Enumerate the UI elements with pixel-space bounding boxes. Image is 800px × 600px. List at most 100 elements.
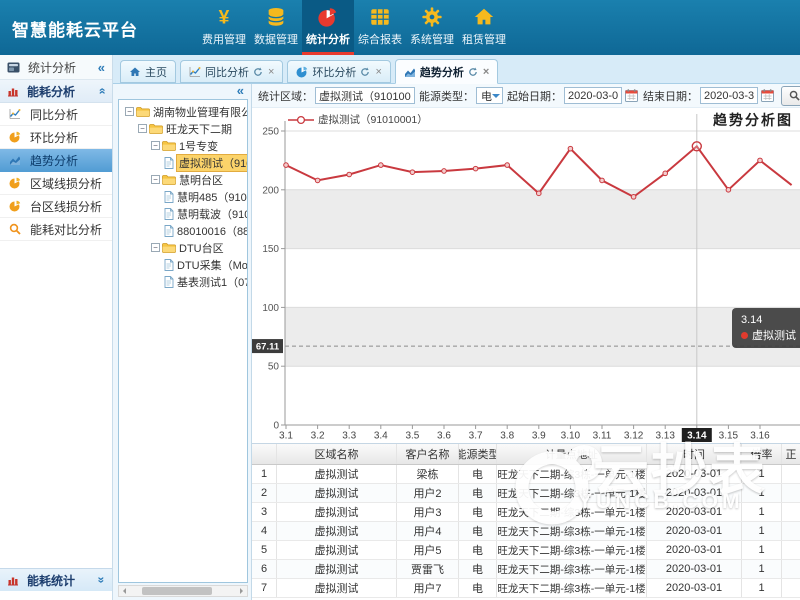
pie-orange-icon — [9, 131, 21, 143]
tree-node[interactable]: 虚拟测试（91010001） — [122, 154, 247, 171]
table-header-cell[interactable]: 客户名称 — [397, 444, 459, 464]
table-header-cell[interactable]: 倍率 — [742, 444, 782, 464]
sidebar-item-huanbi-analysis[interactable]: 环比分析 — [0, 126, 112, 149]
chart-point — [631, 195, 636, 200]
chevron-down-icon[interactable]: » — [95, 577, 109, 584]
chart-point — [473, 166, 478, 171]
tab-trend-analysis[interactable]: 趋势分析 × — [395, 59, 498, 84]
table-header-cell[interactable]: 计量点地址 — [497, 444, 647, 464]
nav-item-lease-management[interactable]: 租赁管理 — [458, 0, 510, 55]
nav-item-comprehensive-report[interactable]: 综合报表 — [354, 0, 406, 55]
pie-orange-icon — [9, 177, 21, 189]
tree-horizontal-scrollbar[interactable] — [118, 585, 248, 597]
tree-node[interactable]: 88010016（8801） — [122, 222, 247, 239]
calendar-icon[interactable] — [625, 89, 638, 102]
tree-node[interactable]: 基表测试1（07） — [122, 273, 247, 290]
tree-node-label: 88010016（8801） — [177, 223, 247, 239]
chart-point — [505, 163, 510, 168]
table-header-cell[interactable]: 时间 — [647, 444, 742, 464]
tree-node-label: 慧明载波（91010004） — [177, 206, 247, 222]
tab-close-icon[interactable]: × — [268, 66, 274, 78]
sidebar-section-energy-analysis[interactable]: 能耗分析 » — [0, 80, 112, 103]
nav-item-statistical-analysis[interactable]: 统计分析 — [302, 0, 354, 55]
sidebar-collapse-icon[interactable]: « — [98, 60, 105, 75]
svg-text:3.11: 3.11 — [593, 431, 612, 442]
tree-collapse-button[interactable]: « — [113, 84, 251, 99]
sidebar-section-energy-statistics[interactable]: 能耗统计 » — [0, 568, 112, 591]
sidebar-item-energy-compare[interactable]: 能耗对比分析 — [0, 218, 112, 241]
table-cell: 用户5 — [397, 541, 459, 559]
tree-expander-icon[interactable]: − — [151, 175, 160, 184]
tab-label: 主页 — [145, 64, 167, 80]
tree-node-label: 慧明485（91010003） — [177, 189, 247, 205]
energy-type-select[interactable]: 电 — [476, 87, 503, 104]
sidebar-item-region-line-loss[interactable]: 区域线损分析 — [0, 172, 112, 195]
search-button[interactable]: 查询 — [781, 86, 800, 106]
tree-node[interactable]: − 慧明台区 — [122, 171, 247, 188]
table-header-cell[interactable] — [252, 444, 277, 464]
folder-icon — [162, 242, 176, 253]
end-date-input[interactable] — [700, 87, 758, 104]
tab-refresh-icon[interactable] — [468, 67, 478, 77]
tree-expander-icon[interactable]: − — [138, 124, 147, 133]
table-header-cell[interactable]: 正 — [782, 444, 800, 464]
region-input[interactable] — [315, 87, 415, 104]
tab-close-icon[interactable]: × — [483, 66, 489, 78]
tree-node[interactable]: 慧明载波（91010004） — [122, 205, 247, 222]
file-icon — [164, 276, 174, 288]
trend-chart-svg[interactable]: 67.110501001502002503.13.23.33.43.53.63.… — [252, 108, 800, 443]
tab-home[interactable]: 主页 — [120, 60, 176, 83]
area-chart-icon — [404, 66, 416, 78]
tree-node[interactable]: DTU采集（Modbus_D — [122, 256, 247, 273]
start-date-input[interactable] — [564, 87, 622, 104]
calendar-icon[interactable] — [761, 89, 774, 102]
pie-chart-red-icon — [317, 5, 339, 29]
sidebar-item-trend-analysis[interactable]: 趋势分析 — [0, 149, 112, 172]
tree-node[interactable]: − 1号专变 — [122, 137, 247, 154]
table-cell: 2 — [252, 484, 277, 502]
table-cell: 7 — [252, 579, 277, 597]
table-header-cell[interactable]: 能源类型 — [459, 444, 497, 464]
scrollbar-thumb[interactable] — [142, 587, 212, 595]
table-row[interactable]: 3虚拟测试用户3电旺龙天下二期-综3栋-一单元-1楼2020-03-011 — [252, 503, 800, 522]
tree-node[interactable]: 慧明485（91010003） — [122, 188, 247, 205]
tab-refresh-icon[interactable] — [360, 67, 370, 77]
nav-item-data-management[interactable]: 数据管理 — [250, 0, 302, 55]
table-row[interactable]: 7虚拟测试用户7电旺龙天下二期-综3栋-一单元-1楼2020-03-011 — [252, 579, 800, 598]
line-chart-icon — [9, 108, 21, 120]
device-tree: − 湖南物业管理有限公司 − 旺龙天下二期 − 1号专变 虚拟测试（910100… — [118, 99, 248, 583]
tree-node[interactable]: − DTU台区 — [122, 239, 247, 256]
table-cell: 6 — [252, 560, 277, 578]
sidebar-item-station-line-loss[interactable]: 台区线损分析 — [0, 195, 112, 218]
tab-close-icon[interactable]: × — [375, 66, 381, 78]
nav-item-fee-management[interactable]: ¥ 费用管理 — [198, 0, 250, 55]
tab-huanbi-analysis[interactable]: 环比分析 × — [287, 60, 390, 83]
table-cell: 虚拟测试 — [277, 465, 397, 483]
tree-expander-icon[interactable]: − — [151, 141, 160, 150]
table-row[interactable]: 6虚拟测试贾雷飞电旺龙天下二期-综3栋-一单元-1楼2020-03-011 — [252, 560, 800, 579]
nav-item-label: 费用管理 — [202, 31, 246, 47]
table-cell: 2020-03-01 — [647, 522, 742, 540]
pie-orange-icon — [9, 200, 21, 212]
tab-tongbi-analysis[interactable]: 同比分析 × — [180, 60, 283, 83]
table-row[interactable]: 1虚拟测试梁栋电旺龙天下二期-综3栋-一单元-1楼2020-03-011 — [252, 465, 800, 484]
tooltip-x-value: 3.14 — [741, 312, 800, 328]
chevron-up-icon[interactable]: » — [95, 88, 109, 95]
tab-label: 趋势分析 — [420, 64, 464, 80]
table-row[interactable]: 4虚拟测试用户4电旺龙天下二期-综3栋-一单元-1楼2020-03-011 — [252, 522, 800, 541]
tree-node[interactable]: − 旺龙天下二期 — [122, 120, 247, 137]
dropdown-arrow-icon — [492, 94, 500, 102]
scroll-right-arrow-icon[interactable] — [240, 588, 246, 594]
table-row[interactable]: 2虚拟测试用户2电旺龙天下二期-综3栋-一单元-1楼2020-03-011 — [252, 484, 800, 503]
table-cell: 旺龙天下二期-综3栋-一单元-1楼 — [497, 579, 647, 597]
tab-refresh-icon[interactable] — [253, 67, 263, 77]
sidebar-item-label: 能耗对比分析 — [30, 221, 102, 238]
table-row[interactable]: 5虚拟测试用户5电旺龙天下二期-综3栋-一单元-1楼2020-03-011 — [252, 541, 800, 560]
scroll-left-arrow-icon[interactable] — [120, 588, 126, 594]
tree-expander-icon[interactable]: − — [151, 243, 160, 252]
tree-node[interactable]: − 湖南物业管理有限公司 — [122, 103, 247, 120]
sidebar-item-tongbi-analysis[interactable]: 同比分析 — [0, 103, 112, 126]
table-header-cell[interactable]: 区域名称 — [277, 444, 397, 464]
nav-item-system-management[interactable]: 系统管理 — [406, 0, 458, 55]
tree-expander-icon[interactable]: − — [125, 107, 134, 116]
